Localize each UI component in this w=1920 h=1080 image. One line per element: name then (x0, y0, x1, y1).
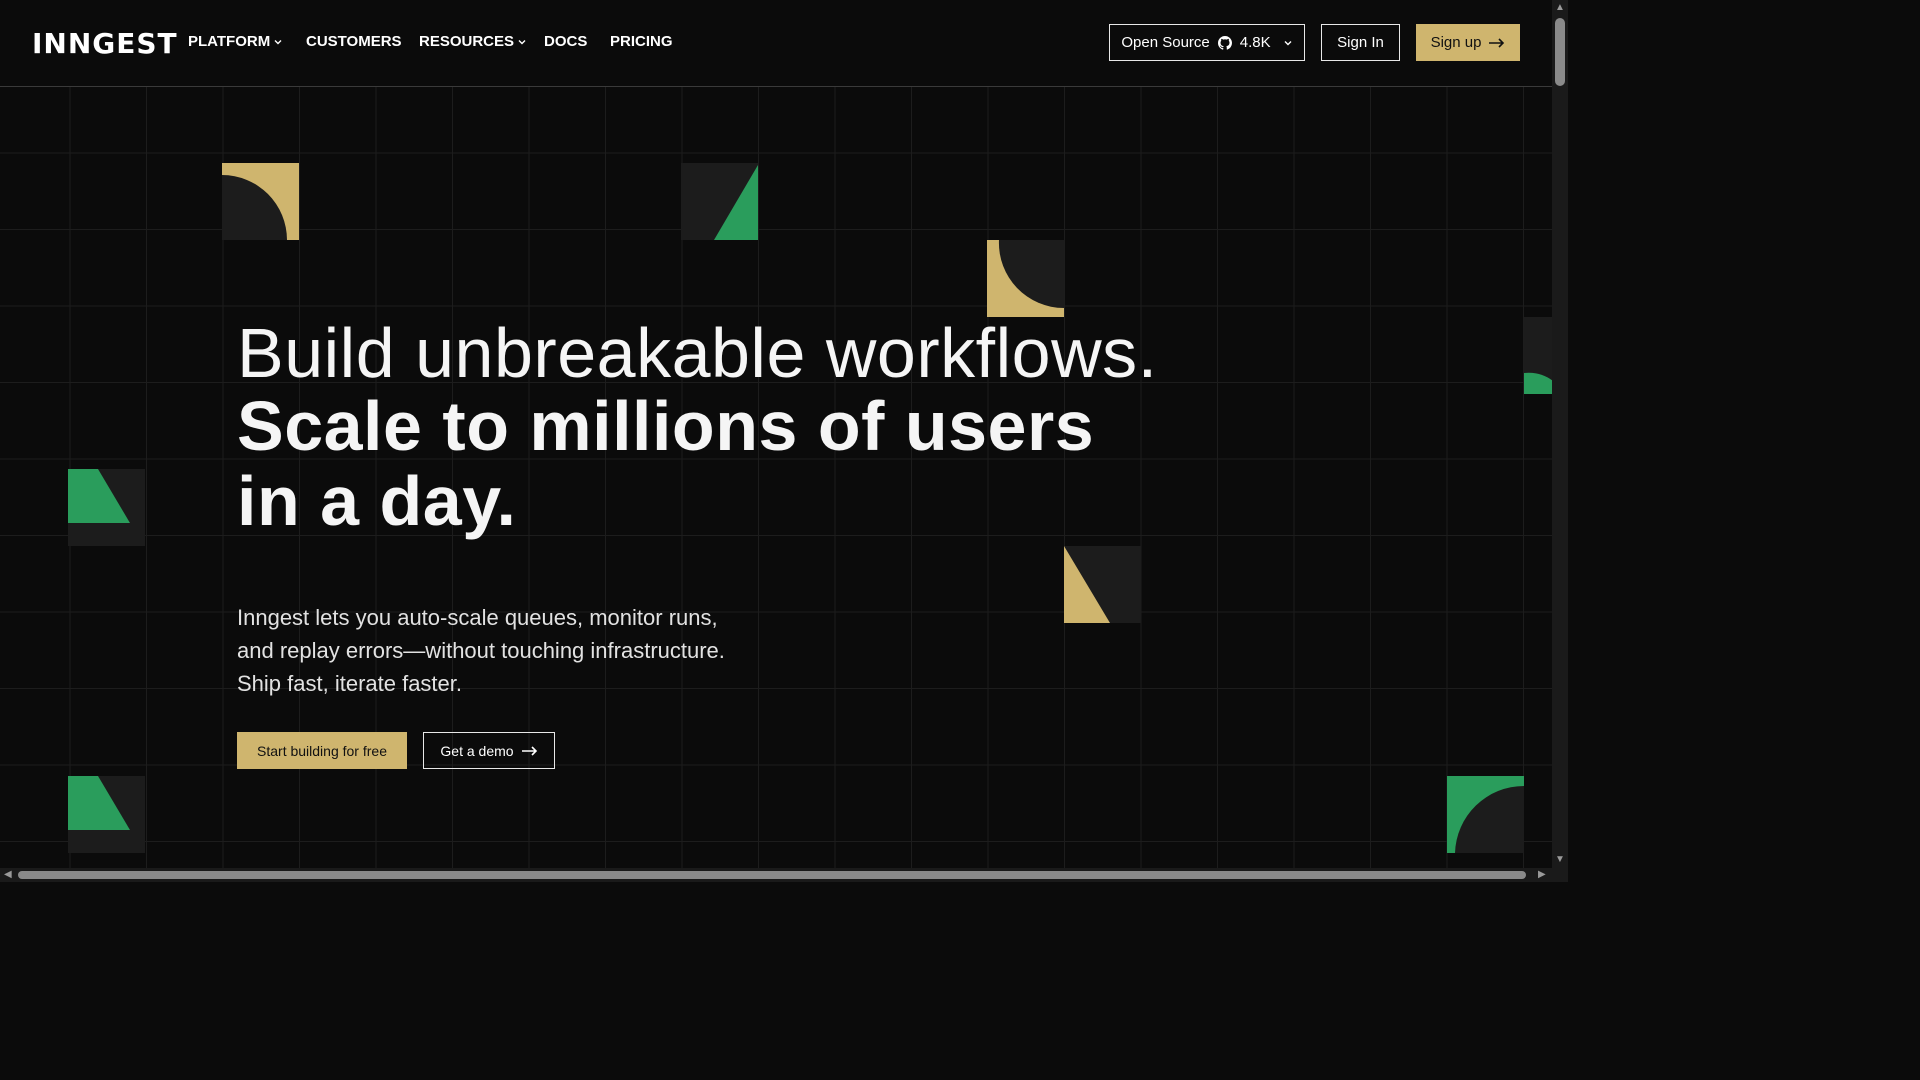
decor-tile-green-wedge (68, 469, 145, 546)
decor-tile-green-quarter (1447, 776, 1524, 853)
scroll-up-arrow-icon[interactable]: ▲ (1555, 3, 1565, 13)
hero-headline-line-1: Build unbreakable workflows. (237, 314, 1158, 392)
decor-tile-green-arc-edge (1524, 317, 1552, 394)
nav-resources-label: RESOURCES (419, 33, 515, 50)
github-stars-count: 4.8K (1239, 34, 1271, 51)
sign-up-label: Sign up (1430, 34, 1482, 51)
nav-customers-label: CUSTOMERS (306, 33, 402, 50)
scroll-left-arrow-icon[interactable]: ◀ (4, 870, 12, 880)
hero-subtitle-line-2: and replay errors—without touching infra… (237, 638, 725, 663)
decor-tile-gold-arc (987, 240, 1064, 317)
get-demo-label: Get a demo (440, 742, 514, 759)
decor-tile-gold-triangle (1064, 546, 1141, 623)
vertical-scroll-thumb[interactable] (1555, 18, 1565, 86)
start-building-button[interactable]: Start building for free (237, 732, 407, 769)
nav-pricing-label: PRICING (610, 33, 673, 50)
start-building-label: Start building for free (257, 742, 387, 759)
chevron-down-icon (274, 39, 282, 44)
decor-tile-green-triangle (681, 163, 758, 240)
scroll-down-arrow-icon[interactable]: ▼ (1555, 855, 1565, 865)
chevron-down-icon (518, 39, 526, 44)
horizontal-scroll-thumb[interactable] (18, 871, 1526, 879)
sign-in-button[interactable]: Sign In (1321, 24, 1400, 61)
nav-docs[interactable]: DOCS (544, 33, 587, 50)
inngest-logo[interactable]: INNGEST (32, 27, 178, 60)
arrow-right-icon (1489, 37, 1505, 48)
top-navbar: INNGEST PLATFORM CUSTOMERS RESOURCES DOC… (0, 0, 1552, 87)
get-demo-button[interactable]: Get a demo (423, 732, 555, 769)
hero-headline-line-3: in a day. (237, 462, 517, 540)
horizontal-scrollbar[interactable]: ◀ ▶ (0, 868, 1568, 882)
hero-subtitle-line-1: Inngest lets you auto-scale queues, moni… (237, 605, 718, 630)
decor-tile-gold-quarter (222, 163, 299, 240)
nav-docs-label: DOCS (544, 33, 588, 50)
page-viewport: INNGEST PLATFORM CUSTOMERS RESOURCES DOC… (0, 0, 1552, 868)
sign-up-button[interactable]: Sign up (1416, 24, 1520, 61)
nav-pricing[interactable]: PRICING (610, 33, 673, 50)
sign-in-label: Sign In (1337, 34, 1384, 51)
vertical-scrollbar[interactable]: ▲ ▼ (1552, 0, 1568, 868)
nav-resources[interactable]: RESOURCES (419, 33, 527, 50)
chevron-down-icon (1284, 40, 1292, 45)
nav-customers[interactable]: CUSTOMERS (306, 33, 402, 50)
hero-subtitle-line-3: Ship fast, iterate faster. (237, 671, 463, 696)
nav-platform-label: PLATFORM (188, 33, 271, 50)
nav-platform[interactable]: PLATFORM (188, 33, 283, 50)
open-source-label: Open Source (1121, 34, 1210, 51)
github-icon (1217, 35, 1232, 50)
open-source-dropdown[interactable]: Open Source 4.8K (1109, 24, 1305, 61)
decor-tile-green-wedge-bottom (68, 776, 145, 853)
scroll-right-arrow-icon[interactable]: ▶ (1538, 870, 1546, 880)
arrow-right-icon (521, 745, 537, 756)
hero-headline-line-2: Scale to millions of users (237, 387, 1095, 465)
